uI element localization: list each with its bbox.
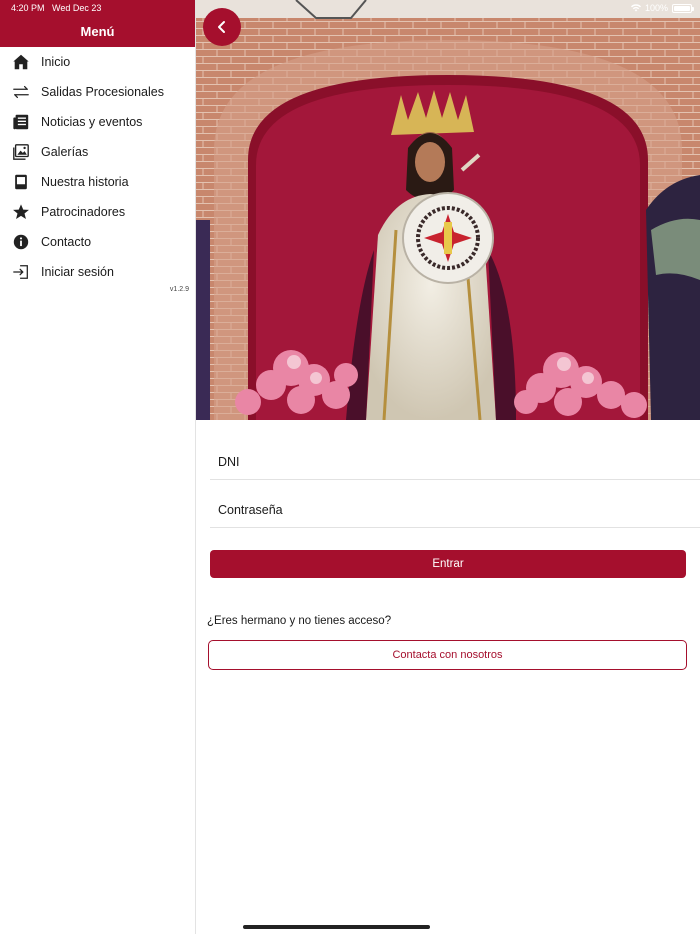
sidebar-item-historia[interactable]: Nuestra historia [0, 167, 195, 197]
procession-image [196, 0, 700, 420]
dni-input[interactable] [210, 440, 700, 479]
arrows-exchange-icon [11, 82, 31, 102]
login-button[interactable]: Entrar [210, 550, 686, 578]
sidebar-item-iniciar-sesion[interactable]: Iniciar sesión [0, 257, 195, 287]
book-icon [11, 172, 31, 192]
sidebar-item-label: Contacto [41, 235, 92, 249]
home-icon [11, 52, 31, 72]
sidebar-item-label: Patrocinadores [41, 205, 126, 219]
menu-list: Inicio Salidas Procesionales Noticias y … [0, 47, 195, 287]
login-icon [11, 262, 31, 282]
sidebar-menu: Menú Inicio Salidas Procesionales Notici… [0, 0, 196, 934]
newspaper-icon [11, 112, 31, 132]
dni-field [210, 440, 700, 480]
password-input[interactable] [210, 488, 700, 527]
status-date: Wed Dec 23 [52, 3, 102, 13]
sidebar-item-label: Nuestra historia [41, 175, 129, 189]
sidebar-item-label: Salidas Procesionales [41, 85, 164, 99]
sidebar-item-patrocinadores[interactable]: Patrocinadores [0, 197, 195, 227]
password-field [210, 488, 700, 528]
hero-image [196, 0, 700, 420]
main-content: Entrar ¿Eres hermano y no tienes acceso?… [196, 0, 700, 934]
sidebar-item-label: Iniciar sesión [41, 265, 114, 279]
chevron-left-icon [218, 21, 225, 33]
app-screen: 4:20 PM Wed Dec 23 100% Menú Inicio Sali… [0, 0, 700, 934]
sidebar-item-salidas[interactable]: Salidas Procesionales [0, 77, 195, 107]
sidebar-title: Menú [80, 24, 115, 39]
info-icon [11, 232, 31, 252]
sidebar-item-label: Inicio [41, 55, 71, 69]
status-bar: 4:20 PM Wed Dec 23 100% [0, 0, 700, 16]
gallery-icon [11, 142, 31, 162]
sidebar-item-label: Noticias y eventos [41, 115, 143, 129]
sidebar-item-contacto[interactable]: Contacto [0, 227, 195, 257]
sidebar-item-noticias[interactable]: Noticias y eventos [0, 107, 195, 137]
sidebar-item-inicio[interactable]: Inicio [0, 47, 195, 77]
app-version: v1.2.9 [169, 286, 189, 293]
status-time: 4:20 PM [11, 3, 45, 13]
sidebar-item-galerias[interactable]: Galerías [0, 137, 195, 167]
star-icon [11, 202, 31, 222]
battery-icon [672, 3, 694, 13]
wifi-icon [630, 4, 641, 12]
no-access-text: ¿Eres hermano y no tienes acceso? [207, 615, 392, 627]
status-right: 100% [630, 3, 694, 13]
sidebar-item-label: Galerías [41, 145, 89, 159]
contact-button[interactable]: Contacta con nosotros [208, 640, 687, 670]
battery-percent: 100% [644, 3, 668, 13]
home-indicator[interactable] [243, 925, 430, 929]
